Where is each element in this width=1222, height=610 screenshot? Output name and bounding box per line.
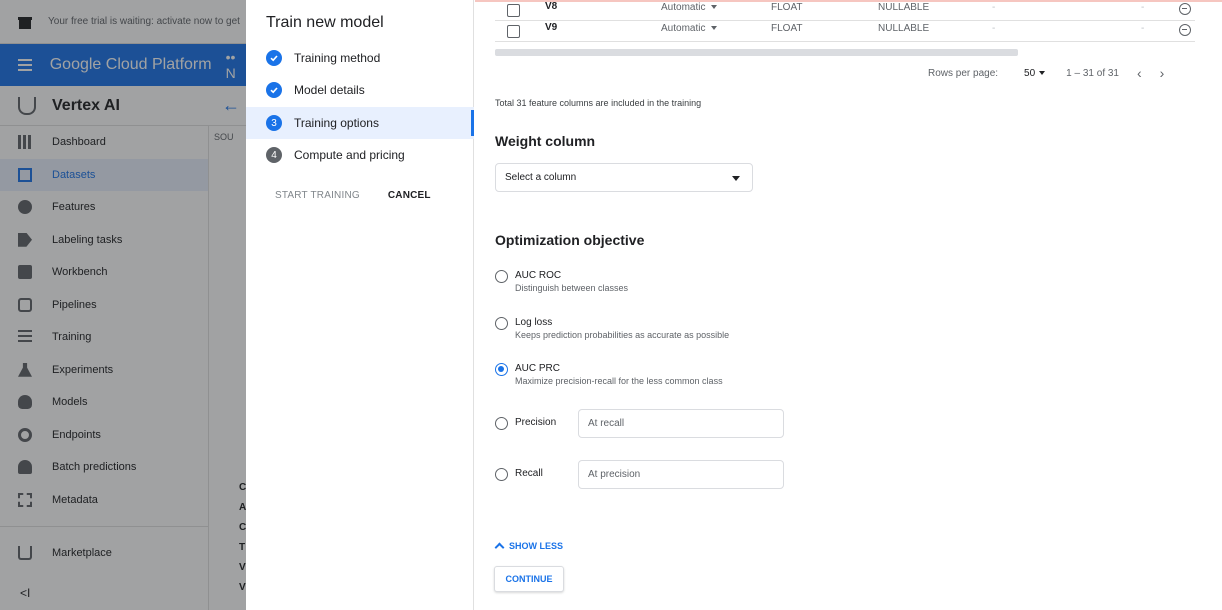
step-label: Compute and pricing bbox=[294, 148, 405, 162]
caret-down-icon bbox=[711, 26, 718, 31]
show-less-button[interactable]: SHOW LESS bbox=[494, 541, 564, 553]
step-label: Training options bbox=[294, 116, 379, 130]
chevron-up-icon bbox=[494, 542, 505, 553]
radio-button-selected[interactable] bbox=[495, 363, 508, 376]
cancel-button[interactable]: CANCEL bbox=[388, 190, 431, 201]
step-training-options[interactable]: 3 Training options bbox=[246, 107, 474, 139]
caret-down-icon bbox=[711, 5, 718, 10]
steps-actions: START TRAINING CANCEL bbox=[275, 190, 431, 201]
column-nullable: NULLABLE bbox=[878, 23, 930, 34]
column-distinct: - bbox=[1141, 2, 1145, 13]
continue-button[interactable]: CONTINUE bbox=[494, 566, 564, 592]
radio-button[interactable] bbox=[495, 417, 508, 430]
table-row: V9 Automatic FLOAT NULLABLE - - bbox=[495, 21, 1195, 42]
show-less-label: SHOW LESS bbox=[509, 541, 564, 551]
option-label: Precision bbox=[515, 417, 557, 428]
caret-down-icon bbox=[1039, 70, 1046, 75]
option-description: Distinguish between classes bbox=[515, 283, 629, 293]
check-circle-icon bbox=[266, 82, 282, 98]
option-label: AUC PRC bbox=[515, 363, 561, 374]
step-number-badge: 4 bbox=[266, 147, 282, 163]
step-training-method[interactable]: Training method bbox=[246, 42, 474, 74]
at-recall-input[interactable]: At recall bbox=[578, 409, 784, 438]
column-name: V9 bbox=[545, 22, 558, 33]
transformation-value: Automatic bbox=[661, 2, 706, 13]
radio-button[interactable] bbox=[495, 317, 508, 330]
column-type: FLOAT bbox=[771, 2, 803, 13]
option-description: Maximize precision-recall for the less c… bbox=[515, 376, 723, 386]
weight-column-placeholder: Select a column bbox=[505, 172, 577, 183]
rows-per-page-select[interactable]: 50 bbox=[1024, 67, 1046, 79]
modal-scrim[interactable] bbox=[0, 0, 246, 610]
rows-per-page-value: 50 bbox=[1024, 67, 1036, 79]
check-circle-icon bbox=[266, 50, 282, 66]
row-checkbox[interactable] bbox=[507, 25, 520, 38]
option-label: Recall bbox=[515, 468, 543, 479]
caret-down-icon bbox=[732, 176, 740, 181]
step-compute-and-pricing[interactable]: 4 Compute and pricing bbox=[246, 139, 474, 171]
weight-column-select[interactable]: Select a column bbox=[495, 163, 753, 192]
column-name: V8 bbox=[545, 1, 558, 12]
horizontal-scrollbar[interactable] bbox=[495, 49, 1018, 56]
column-missing: - bbox=[992, 2, 996, 13]
transformation-value: Automatic bbox=[661, 23, 706, 34]
row-checkbox[interactable] bbox=[507, 4, 520, 17]
rows-per-page-label: Rows per page: bbox=[928, 67, 999, 79]
feature-count-note: Total 31 feature columns are included in… bbox=[495, 98, 702, 108]
train-steps-panel: Train new model Training method Model de… bbox=[246, 0, 474, 610]
radio-button[interactable] bbox=[495, 270, 508, 283]
start-training-button[interactable]: START TRAINING bbox=[275, 190, 360, 201]
step-model-details[interactable]: Model details bbox=[246, 74, 474, 106]
at-precision-input[interactable]: At precision bbox=[578, 460, 784, 489]
option-label: Log loss bbox=[515, 317, 553, 328]
remove-circle-icon[interactable] bbox=[1179, 24, 1191, 36]
remove-circle-icon[interactable] bbox=[1179, 3, 1191, 15]
table-row: V8 Automatic FLOAT NULLABLE - - bbox=[495, 0, 1195, 21]
radio-button[interactable] bbox=[495, 468, 508, 481]
column-type: FLOAT bbox=[771, 23, 803, 34]
step-number-badge: 3 bbox=[266, 115, 282, 131]
column-missing: - bbox=[992, 23, 996, 34]
panel-title: Train new model bbox=[266, 14, 384, 31]
previous-page-icon[interactable]: ‹ bbox=[1137, 65, 1142, 81]
table-pagination: Rows per page: 50 1 – 31 of 31 ‹ › bbox=[928, 65, 1164, 81]
training-options-form: V8 Automatic FLOAT NULLABLE - - V9 Autom… bbox=[475, 0, 1222, 610]
column-distinct: - bbox=[1141, 23, 1145, 34]
column-nullable: NULLABLE bbox=[878, 2, 930, 13]
step-label: Model details bbox=[294, 83, 365, 97]
step-label: Training method bbox=[294, 51, 381, 65]
next-page-icon[interactable]: › bbox=[1160, 65, 1165, 81]
transformation-select[interactable]: Automatic bbox=[661, 2, 718, 13]
optimization-objective-title: Optimization objective bbox=[495, 232, 645, 248]
transformation-select[interactable]: Automatic bbox=[661, 23, 718, 34]
weight-column-title: Weight column bbox=[495, 133, 596, 149]
option-description: Keeps prediction probabilities as accura… bbox=[515, 330, 730, 340]
option-label: AUC ROC bbox=[515, 270, 562, 281]
page-range: 1 – 31 of 31 bbox=[1066, 67, 1119, 79]
